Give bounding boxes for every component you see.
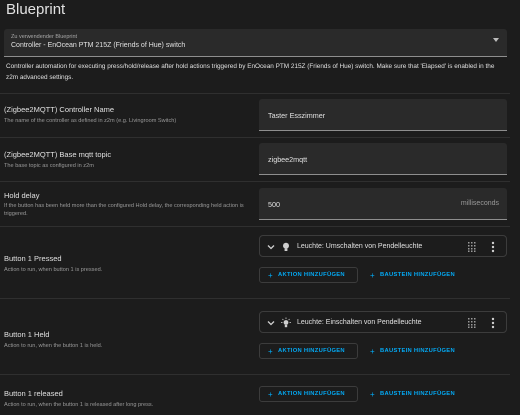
add-action-button-released[interactable]: + AKTION HINZUFÜGEN <box>259 386 358 402</box>
add-action-label: AKTION HINZUFÜGEN <box>277 272 345 278</box>
button1-pressed-title: Button 1 Pressed <box>4 254 62 263</box>
drag-handle-icon[interactable] <box>468 318 476 328</box>
hold-delay-title: Hold delay <box>4 191 40 200</box>
button1-held-subtitle: Action to run, when the button 1 is held… <box>4 343 103 349</box>
add-action-button-pressed[interactable]: + AKTION HINZUFÜGEN <box>259 267 358 283</box>
add-block-label: BAUSTEIN HINZUFÜGEN <box>379 348 455 354</box>
add-block-button-pressed[interactable]: + BAUSTEIN HINZUFÜGEN <box>362 267 472 283</box>
more-vertical-icon[interactable] <box>490 241 496 253</box>
chevron-down-icon <box>493 38 499 42</box>
plus-icon: + <box>268 389 273 399</box>
divider <box>0 374 510 375</box>
blueprint-select[interactable]: Zu verwendender Blueprint Controller - E… <box>4 29 507 57</box>
add-action-label: AKTION HINZUFÜGEN <box>277 348 345 354</box>
add-block-button-held[interactable]: + BAUSTEIN HINZUFÜGEN <box>362 343 472 359</box>
divider <box>0 298 510 299</box>
hold-delay-suffix: milliseconds <box>460 200 499 207</box>
page-title: Blueprint <box>6 1 66 18</box>
action-card-held-title: Leuchte: Einschalten von Pendelleuchte <box>297 318 422 326</box>
divider <box>0 181 510 182</box>
controller-name-field[interactable]: Taster Esszimmer <box>259 99 507 131</box>
divider <box>0 137 510 138</box>
add-action-button-held[interactable]: + AKTION HINZUFÜGEN <box>259 343 358 359</box>
plus-icon: + <box>268 346 273 356</box>
add-block-button-released[interactable]: + BAUSTEIN HINZUFÜGEN <box>362 386 472 402</box>
more-vertical-icon[interactable] <box>490 317 496 329</box>
base-topic-field[interactable]: zigbee2mqtt <box>259 143 507 175</box>
plus-icon: + <box>370 346 375 356</box>
plus-icon: + <box>370 389 375 399</box>
button1-held-title: Button 1 Held <box>4 330 50 339</box>
controller-name-title: (Zigbee2MQTT) Controller Name <box>4 105 115 114</box>
hold-delay-value: 500 <box>268 200 280 209</box>
lightbulb-on-icon <box>281 317 291 328</box>
base-topic-subtitle: The base topic as configured in z2m <box>4 163 94 169</box>
base-topic-title: (Zigbee2MQTT) Base mqtt topic <box>4 150 112 159</box>
add-block-label: BAUSTEIN HINZUFÜGEN <box>379 272 455 278</box>
chevron-down-icon[interactable] <box>266 242 276 252</box>
lightbulb-icon <box>283 242 289 251</box>
hold-delay-field[interactable]: 500 milliseconds <box>259 188 507 220</box>
button1-released-subtitle: Action to run, when the button 1 is rele… <box>4 402 154 408</box>
drag-handle-icon[interactable] <box>468 242 476 252</box>
blueprint-description: Controller automation for executing pres… <box>6 63 495 81</box>
action-card-held[interactable]: Leuchte: Einschalten von Pendelleuchte <box>259 311 507 333</box>
button1-pressed-subtitle: Action to run, when button 1 is pressed. <box>4 267 103 273</box>
hold-delay-subtitle: If the button has been held more than th… <box>4 203 244 217</box>
add-action-label: AKTION HINZUFÜGEN <box>277 391 345 397</box>
blueprint-select-label: Zu verwendender Blueprint <box>11 34 78 40</box>
action-card-pressed-title: Leuchte: Umschalten von Pendelleuchte <box>297 242 423 250</box>
plus-icon: + <box>268 270 273 280</box>
divider <box>0 93 510 94</box>
button1-released-title: Button 1 released <box>4 389 63 398</box>
controller-name-subtitle: The name of the controller as defined in… <box>4 118 177 124</box>
divider <box>0 226 510 227</box>
plus-icon: + <box>370 270 375 280</box>
controller-name-value: Taster Esszimmer <box>268 111 326 120</box>
add-block-label: BAUSTEIN HINZUFÜGEN <box>379 391 455 397</box>
base-topic-value: zigbee2mqtt <box>268 155 308 164</box>
blueprint-select-value: Controller - EnOcean PTM 215Z (Friends o… <box>11 42 186 49</box>
action-card-pressed[interactable]: Leuchte: Umschalten von Pendelleuchte <box>259 235 507 257</box>
chevron-down-icon[interactable] <box>266 318 276 328</box>
